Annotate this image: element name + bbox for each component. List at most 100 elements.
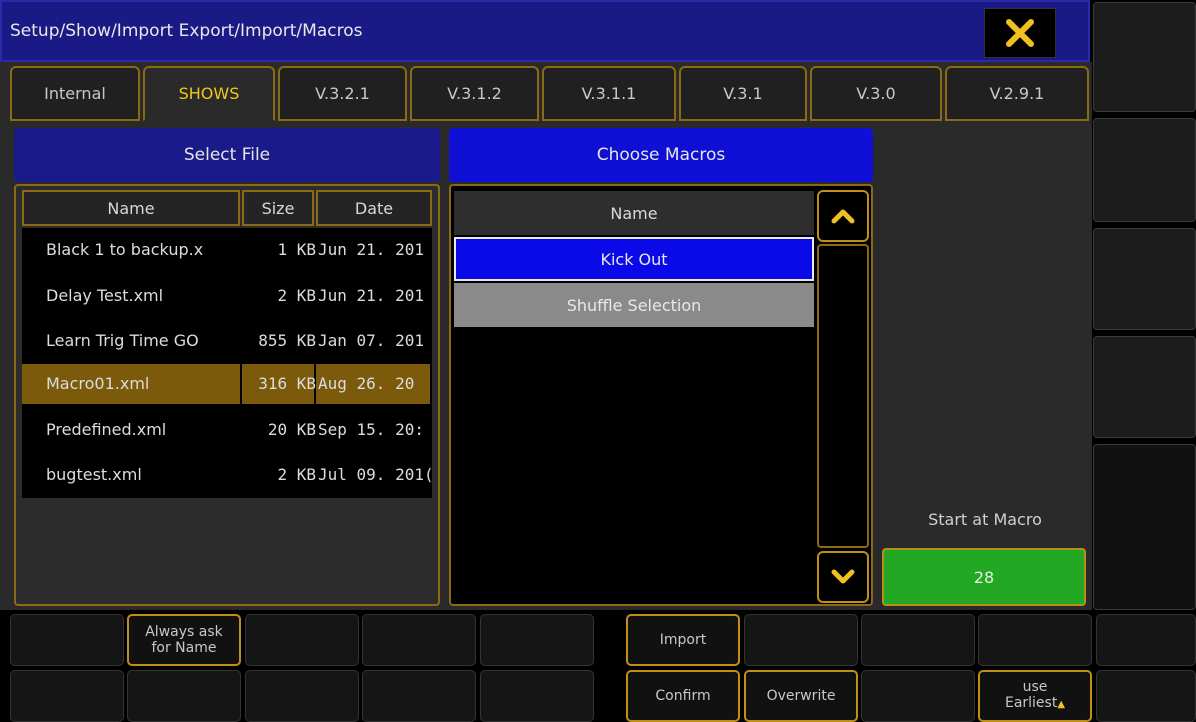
file-name: Learn Trig Time GO	[46, 331, 199, 350]
overwrite-button[interactable]: Overwrite	[744, 670, 858, 722]
close-button[interactable]	[984, 8, 1056, 58]
softkey-1-4[interactable]	[362, 614, 476, 666]
file-size: 855 KB	[258, 331, 316, 350]
tab-label: V.3.1.2	[447, 84, 502, 103]
tab-label: V.3.0	[856, 84, 896, 103]
button-label: Always ask for Name	[145, 624, 223, 656]
side-panel-slot-4[interactable]	[1093, 336, 1196, 438]
import-button[interactable]: Import	[626, 614, 740, 666]
column-header-date[interactable]: Date	[316, 190, 432, 226]
tab-label: Internal	[44, 84, 106, 103]
side-panel-slot-1[interactable]	[1093, 2, 1196, 112]
side-panel-slot-5	[1093, 444, 1196, 610]
scroll-down-button[interactable]	[817, 551, 869, 603]
column-header-macro-name[interactable]: Name	[454, 191, 814, 235]
button-label: Confirm	[655, 688, 711, 704]
macro-row-highlighted[interactable]: Kick Out	[454, 237, 814, 281]
softkey-2-8[interactable]	[861, 670, 975, 722]
start-at-macro-label: Start at Macro	[928, 510, 1042, 529]
file-row-selected[interactable]: Macro01.xml 316 KB Aug 26. 20	[22, 362, 432, 406]
softkey-1-9[interactable]	[978, 614, 1092, 666]
tab-label: V.3.2.1	[315, 84, 370, 103]
softkey-1-1[interactable]	[10, 614, 124, 666]
scrollbar-track[interactable]	[817, 244, 869, 548]
softkey-2-3[interactable]	[245, 670, 359, 722]
file-row[interactable]: Delay Test.xml 2 KB Jun 21. 201	[22, 274, 432, 318]
tab-v3-1-2[interactable]: V.3.1.2	[410, 66, 539, 121]
file-list[interactable]: Black 1 to backup.x 1 KB Jun 21. 201 Del…	[22, 228, 432, 498]
softkey-1-10[interactable]	[1096, 614, 1196, 666]
softkey-1-8[interactable]	[861, 614, 975, 666]
column-header-name[interactable]: Name	[22, 190, 240, 226]
always-ask-for-name-button[interactable]: Always ask for Name	[127, 614, 241, 666]
start-at-macro-value: 28	[973, 567, 995, 587]
tab-label: V.2.9.1	[989, 84, 1045, 103]
softkey-1-5[interactable]	[480, 614, 594, 666]
tab-v3-0[interactable]: V.3.0	[810, 66, 942, 121]
choose-macros-header: Choose Macros	[449, 128, 873, 182]
side-panel-slot-2[interactable]	[1093, 118, 1196, 222]
file-size: 316 KB	[258, 374, 316, 393]
softkey-2-2[interactable]	[127, 670, 241, 722]
start-at-macro-field[interactable]: 28	[882, 548, 1086, 606]
window-title: Setup/Show/Import Export/Import/Macros	[10, 21, 363, 41]
section-title: Select File	[183, 145, 271, 165]
file-size: 2 KB	[277, 286, 316, 305]
button-label: Import	[659, 632, 707, 648]
chevron-down-icon	[831, 569, 855, 584]
title-bar: Setup/Show/Import Export/Import/Macros	[0, 0, 1090, 62]
softkey-2-1[interactable]	[10, 670, 124, 722]
column-header-size[interactable]: Size	[242, 190, 314, 226]
tab-label: V.3.1.1	[581, 84, 637, 103]
file-name: Macro01.xml	[46, 374, 150, 393]
file-row[interactable]: Learn Trig Time GO 855 KB Jan 07. 201	[22, 319, 432, 363]
scroll-up-button[interactable]	[817, 190, 869, 242]
label-line: for Name	[151, 640, 217, 656]
macro-row-selected[interactable]: Shuffle Selection	[454, 283, 814, 327]
tab-shows[interactable]: SHOWS	[143, 66, 275, 121]
file-size: 20 KB	[267, 420, 316, 439]
use-earliest-button[interactable]: use Earliest▲	[978, 670, 1092, 722]
softkey-2-10[interactable]	[1096, 670, 1196, 722]
file-date: Jun 21. 201	[318, 286, 424, 305]
label-line: use	[1022, 679, 1048, 695]
tab-v3-1-1[interactable]: V.3.1.1	[542, 66, 676, 121]
arrow-up-small-icon: ▲	[1057, 699, 1066, 710]
file-name: Delay Test.xml	[46, 286, 164, 305]
tab-internal[interactable]: Internal	[10, 66, 140, 121]
file-name: Predefined.xml	[46, 420, 167, 439]
softkey-2-5[interactable]	[480, 670, 594, 722]
softkey-1-3[interactable]	[245, 614, 359, 666]
column-label: Name	[610, 203, 658, 223]
softkey-1-7[interactable]	[744, 614, 858, 666]
file-size: 1 KB	[277, 240, 316, 259]
file-row[interactable]: Predefined.xml 20 KB Sep 15. 20:	[22, 408, 432, 452]
label-text: Earliest	[1004, 695, 1058, 711]
macro-name: Kick Out	[600, 249, 668, 269]
file-date: Sep 15. 20:	[318, 420, 424, 439]
label-line: Earliest▲	[1005, 695, 1065, 713]
file-name: Black 1 to backup.x	[46, 240, 204, 259]
file-date: Aug 26. 20	[318, 374, 415, 393]
button-label: Overwrite	[766, 688, 836, 704]
softkey-2-4[interactable]	[362, 670, 476, 722]
column-label: Date	[354, 198, 394, 218]
tab-v3-2-1[interactable]: V.3.2.1	[278, 66, 407, 121]
tab-label: SHOWS	[178, 84, 240, 103]
tab-v2-9-1[interactable]: V.2.9.1	[945, 66, 1089, 121]
file-name: bugtest.xml	[46, 465, 142, 484]
confirm-button[interactable]: Confirm	[626, 670, 740, 722]
tab-v3-1[interactable]: V.3.1	[679, 66, 807, 121]
column-label: Name	[107, 198, 155, 218]
file-size: 2 KB	[277, 465, 316, 484]
tab-label: V.3.1	[723, 84, 763, 103]
select-file-header: Select File	[14, 128, 440, 182]
file-date: Jul 09. 201(	[318, 465, 432, 484]
file-row[interactable]: Black 1 to backup.x 1 KB Jun 21. 201	[22, 228, 432, 272]
file-date: Jun 21. 201	[318, 240, 424, 259]
file-row[interactable]: bugtest.xml 2 KB Jul 09. 201(	[22, 453, 432, 497]
side-panel-slot-3[interactable]	[1093, 228, 1196, 330]
label-line: Always ask	[145, 624, 223, 640]
chevron-up-icon	[831, 209, 855, 224]
section-title: Choose Macros	[596, 145, 726, 165]
